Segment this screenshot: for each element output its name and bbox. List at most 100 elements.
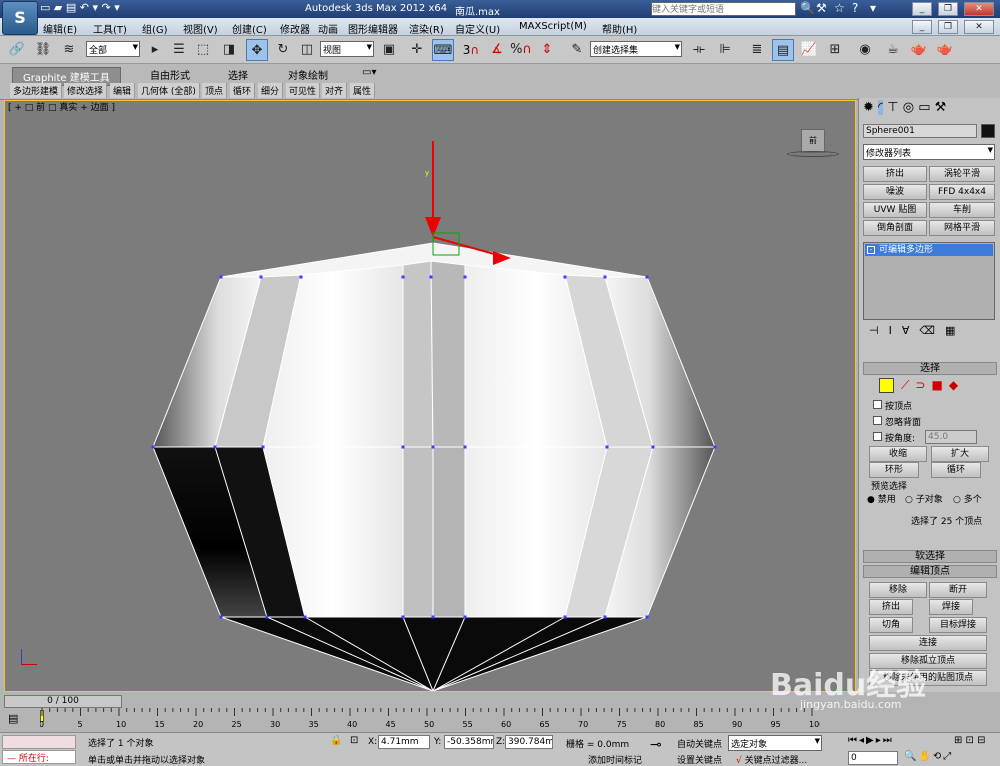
- keyboard-shortcut-icon[interactable]: ⌨: [432, 39, 454, 61]
- loop-button[interactable]: 循环: [931, 462, 981, 478]
- viewport-label[interactable]: [ + □ 前 □ 真实 + 边面 ]: [8, 100, 115, 113]
- polygon-subobject-icon[interactable]: ■: [931, 378, 948, 392]
- menu-rendering[interactable]: 渲染(R): [409, 21, 444, 36]
- add-time-tag[interactable]: 添加时间标记: [588, 753, 642, 766]
- menu-customize[interactable]: 自定义(U): [455, 21, 500, 36]
- menu-group[interactable]: 组(G): [142, 21, 168, 36]
- by-angle-checkbox[interactable]: [873, 432, 882, 441]
- play-icon[interactable]: ▶: [866, 735, 876, 746]
- search-icon[interactable]: 🔍: [800, 1, 815, 15]
- mesh-vertex[interactable]: [303, 615, 307, 619]
- set-key-icon[interactable]: ⊸: [650, 737, 662, 753]
- mesh-vertex[interactable]: [431, 445, 435, 449]
- close-button[interactable]: ✕: [964, 2, 994, 16]
- preview-multi-radio[interactable]: ○ 多个: [953, 492, 982, 505]
- star-icon[interactable]: ☆: [834, 1, 845, 15]
- viewcube[interactable]: 前: [801, 129, 825, 153]
- doc-minimize-button[interactable]: _: [912, 20, 932, 34]
- modifier-noise-button[interactable]: 噪波: [863, 184, 927, 200]
- new-file-icon[interactable]: ▭: [40, 1, 50, 14]
- menu-views[interactable]: 视图(V): [183, 21, 218, 36]
- y-coordinate-field[interactable]: -50.358mm: [444, 735, 494, 749]
- target-weld-button[interactable]: 目标焊接: [929, 617, 987, 633]
- go-to-end-icon[interactable]: ⏭: [883, 735, 894, 746]
- percent-snap-icon[interactable]: %∩: [510, 39, 532, 61]
- modify-tab-icon[interactable]: ◜: [878, 100, 884, 115]
- remove-modifier-icon[interactable]: ⌫: [919, 324, 945, 337]
- make-unique-icon[interactable]: ∀: [902, 324, 920, 337]
- mesh-vertex[interactable]: [713, 445, 717, 449]
- undo-icon[interactable]: ↶ ▾: [80, 1, 98, 14]
- mirror-icon[interactable]: ⟛: [688, 39, 710, 61]
- go-to-start-icon[interactable]: ⏮: [848, 735, 859, 746]
- mesh-vertex[interactable]: [401, 275, 405, 279]
- connect-button[interactable]: 连接: [869, 635, 987, 651]
- search-input[interactable]: [651, 2, 796, 16]
- mesh-vertex[interactable]: [259, 275, 263, 279]
- schematic-view-icon[interactable]: ⊞: [824, 39, 846, 61]
- viewcube-ring[interactable]: [787, 151, 839, 157]
- mesh-vertex[interactable]: [563, 615, 567, 619]
- mesh-vertex[interactable]: [219, 275, 223, 279]
- minimize-button[interactable]: _: [912, 2, 932, 16]
- angle-snap-icon[interactable]: ∡: [486, 39, 508, 61]
- bind-spacewarp-icon[interactable]: ≋: [58, 39, 80, 61]
- chamfer-button[interactable]: 切角: [869, 617, 913, 633]
- motion-tab-icon[interactable]: ◎: [903, 100, 914, 115]
- grow-button[interactable]: 扩大: [931, 446, 989, 462]
- shrink-button[interactable]: 收缩: [869, 446, 927, 462]
- mesh-vertex[interactable]: [603, 275, 607, 279]
- manipulate-icon[interactable]: ✛: [406, 39, 428, 61]
- mesh-vertex[interactable]: [151, 445, 155, 449]
- select-object-icon[interactable]: ▸: [144, 39, 166, 61]
- doc-restore-button[interactable]: ❐: [938, 20, 958, 34]
- mesh-vertex[interactable]: [563, 275, 567, 279]
- subtab-loops[interactable]: 循环: [230, 83, 256, 98]
- subtab-edit[interactable]: 编辑: [110, 83, 136, 98]
- pivot-center-icon[interactable]: ▣: [378, 39, 400, 61]
- lock-icon[interactable]: 🔒: [330, 735, 342, 746]
- rendered-frame-icon[interactable]: 🫖: [908, 39, 930, 61]
- mesh-vertex[interactable]: [651, 445, 655, 449]
- key-filters-button[interactable]: √ 关键点过滤器...: [736, 753, 807, 766]
- auto-key-label[interactable]: 自动关键点: [677, 737, 722, 750]
- tools-icon[interactable]: ⚒: [816, 1, 827, 15]
- pin-stack-icon[interactable]: ⊣: [869, 324, 889, 337]
- subtab-poly-modeling[interactable]: 多边形建模: [10, 83, 63, 98]
- by-vertex-checkbox[interactable]: [873, 400, 882, 409]
- menu-edit[interactable]: 编辑(E): [43, 21, 77, 36]
- selection-rollout-header[interactable]: 选择: [863, 362, 997, 375]
- utilities-tab-icon[interactable]: ⚒: [935, 100, 947, 115]
- mesh-vertex[interactable]: [463, 445, 467, 449]
- rect-selection-icon[interactable]: ⬚: [192, 39, 214, 61]
- angle-spinner[interactable]: 45.0: [925, 430, 977, 444]
- subtab-subdivision[interactable]: 细分: [258, 83, 284, 98]
- select-move-icon[interactable]: ✥: [246, 39, 268, 61]
- edge-subobject-icon[interactable]: ⟋: [901, 378, 915, 392]
- save-icon[interactable]: ▤: [66, 1, 76, 14]
- modifier-list-dropdown[interactable]: 修改器列表: [863, 144, 995, 160]
- mesh-vertex[interactable]: [299, 275, 303, 279]
- border-subobject-icon[interactable]: ⊃: [915, 378, 931, 392]
- z-coordinate-field[interactable]: 390.784mm: [505, 735, 553, 749]
- edit-vertices-rollout-header[interactable]: 编辑顶点: [863, 565, 997, 578]
- modifier-extrude-button[interactable]: 挤出: [863, 166, 927, 182]
- menu-create[interactable]: 创建(C): [232, 21, 267, 36]
- menu-animation[interactable]: 动画: [318, 21, 338, 36]
- subtab-vertices[interactable]: 顶点: [202, 83, 228, 98]
- mesh-vertex[interactable]: [261, 445, 265, 449]
- restore-button[interactable]: ❐: [938, 2, 958, 16]
- vertex-subobject-icon[interactable]: [879, 378, 894, 393]
- viewport-front[interactable]: y 前: [4, 100, 856, 692]
- window-crossing-icon[interactable]: ◨: [218, 39, 240, 61]
- mesh-vertex[interactable]: [219, 615, 223, 619]
- now-running-field[interactable]: — 所在行:: [2, 750, 76, 764]
- show-end-result-icon[interactable]: Ⅰ: [889, 324, 902, 337]
- mesh-vertex[interactable]: [463, 615, 467, 619]
- ribbon-tab-freeform[interactable]: 自由形式: [150, 67, 190, 82]
- menu-tools[interactable]: 工具(T): [93, 21, 127, 36]
- subtab-align[interactable]: 对齐: [322, 83, 348, 98]
- maximize-viewport-icon[interactable]: ⤢: [943, 751, 953, 762]
- mesh-vertex[interactable]: [401, 445, 405, 449]
- spinner-snap-icon[interactable]: ⇕: [536, 39, 558, 61]
